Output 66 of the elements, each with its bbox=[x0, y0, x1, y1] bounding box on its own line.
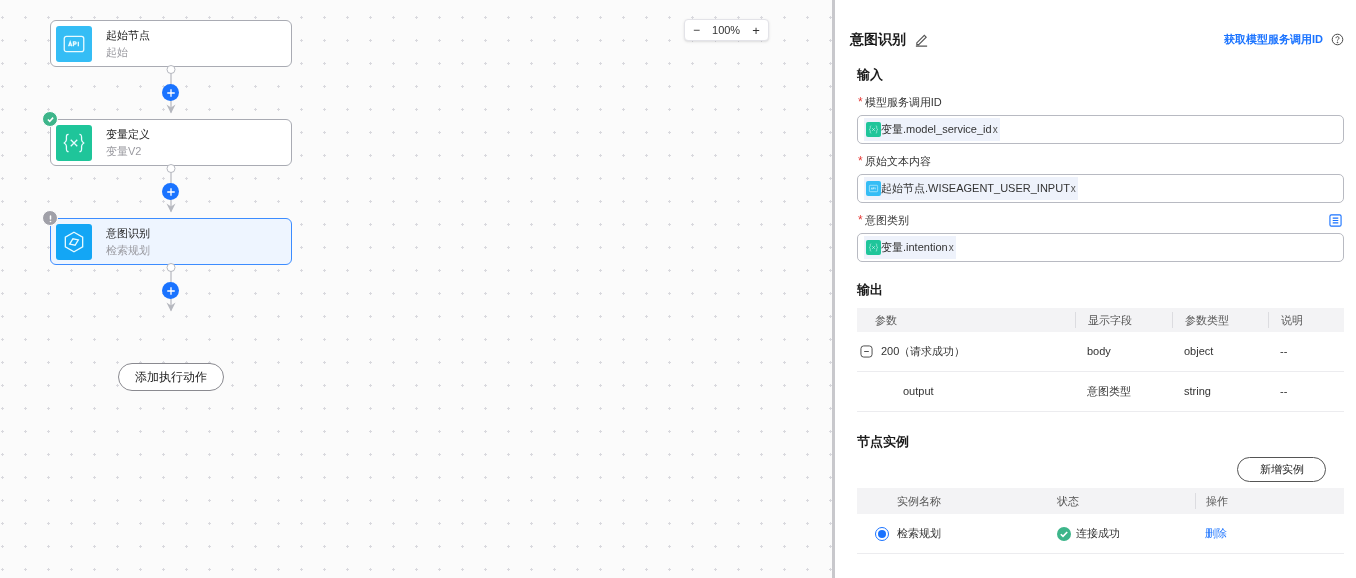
zoom-out-button[interactable]: − bbox=[693, 24, 700, 36]
node-subtitle: 变量V2 bbox=[106, 144, 143, 158]
table-cell-text: -- bbox=[1280, 384, 1288, 400]
table-cell-text: string bbox=[1184, 384, 1211, 400]
add-node-button[interactable] bbox=[162, 84, 179, 101]
variable-tag[interactable]: 起始节点.WISEAGENT_USER_INPUTx bbox=[864, 177, 1078, 200]
table-cell-text: 200（请求成功） bbox=[881, 344, 966, 360]
column-header: 状态 bbox=[1056, 493, 1080, 509]
add-node-button[interactable] bbox=[162, 183, 179, 200]
column-header: 操作 bbox=[1195, 492, 1344, 510]
column-header: 说明 bbox=[1268, 311, 1344, 329]
zoom-level: 100% bbox=[712, 22, 741, 38]
input-field[interactable]: 变量.model_service_idx bbox=[857, 115, 1344, 144]
api-bracket-icon bbox=[56, 25, 92, 62]
variable-tag[interactable]: 变量.model_service_idx bbox=[864, 118, 1000, 141]
panel-title: 意图识别 bbox=[850, 29, 906, 49]
list-icon[interactable] bbox=[1329, 213, 1342, 227]
table-cell-text: 意图类型 bbox=[1087, 384, 1131, 400]
node-subtitle: 检索规划 bbox=[106, 243, 150, 257]
input-field[interactable]: 变量.intentionx bbox=[857, 233, 1344, 262]
braces-x-icon bbox=[56, 124, 92, 161]
delete-link[interactable]: 删除 bbox=[1205, 527, 1227, 540]
service-id-link[interactable]: 获取模型服务调用ID bbox=[1224, 30, 1323, 48]
field-label: 模型服务调用ID bbox=[864, 94, 942, 110]
section-heading: 输入 bbox=[857, 66, 883, 85]
section-heading: 输出 bbox=[857, 281, 883, 300]
plus-icon bbox=[165, 87, 176, 98]
node-subtitle: 起始 bbox=[106, 45, 129, 59]
table-cell-text: -- bbox=[1280, 344, 1288, 360]
table-cell-text: body bbox=[1087, 344, 1111, 360]
required-mark: * bbox=[858, 153, 863, 170]
plus-icon bbox=[165, 186, 176, 197]
input-field[interactable]: 起始节点.WISEAGENT_USER_INPUTx bbox=[857, 174, 1344, 203]
braces-x-icon bbox=[866, 240, 881, 255]
field-label: 意图类别 bbox=[864, 212, 909, 228]
remove-tag-button[interactable]: x bbox=[992, 122, 998, 137]
table-cell-text: output bbox=[903, 384, 934, 400]
column-header: 实例名称 bbox=[896, 493, 942, 509]
table-cell-text: object bbox=[1184, 344, 1214, 360]
flow-node[interactable]: 起始节点 起始 bbox=[50, 20, 292, 67]
table-cell-text: 连接成功 bbox=[1076, 526, 1120, 542]
required-mark: * bbox=[858, 94, 863, 111]
variable-tag[interactable]: 变量.intentionx bbox=[864, 236, 956, 259]
flow-node[interactable]: 变量定义 变量V2 bbox=[50, 119, 292, 166]
add-node-button[interactable] bbox=[162, 282, 179, 299]
column-header: 参数类型 bbox=[1172, 311, 1268, 329]
add-action-button[interactable]: 添加执行动作 bbox=[118, 363, 224, 391]
collapse-icon[interactable] bbox=[860, 345, 873, 358]
table-cell-text: 检索规划 bbox=[897, 526, 941, 542]
zoom-in-button[interactable]: + bbox=[752, 23, 760, 37]
column-header: 参数 bbox=[874, 312, 898, 328]
flow-node[interactable]: 意图识别 检索规划 bbox=[50, 218, 292, 265]
help-icon[interactable] bbox=[1331, 32, 1344, 46]
plus-icon bbox=[165, 285, 176, 296]
node-title: 意图识别 bbox=[106, 226, 150, 240]
api-bracket-icon bbox=[866, 181, 881, 196]
required-mark: * bbox=[858, 212, 863, 229]
column-header: 显示字段 bbox=[1075, 311, 1172, 329]
remove-tag-button[interactable]: x bbox=[1070, 181, 1076, 196]
node-title: 变量定义 bbox=[106, 127, 150, 141]
field-label: 原始文本内容 bbox=[864, 153, 931, 169]
node-title: 起始节点 bbox=[106, 28, 150, 42]
remove-tag-button[interactable]: x bbox=[948, 240, 954, 255]
braces-x-icon bbox=[866, 122, 881, 137]
add-instance-button[interactable]: 新增实例 bbox=[1237, 457, 1326, 482]
section-heading: 节点实例 bbox=[857, 433, 909, 452]
